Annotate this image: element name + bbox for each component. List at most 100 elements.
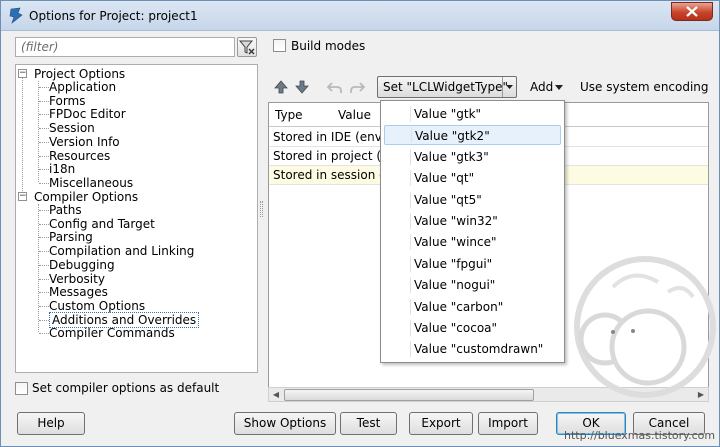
- test-button[interactable]: Test: [340, 412, 397, 435]
- tree-node-label: Compiler Commands: [49, 326, 175, 341]
- tree-node-compiler-commands[interactable]: Compiler Commands: [49, 326, 175, 340]
- tree-node-label: Verbosity: [49, 271, 105, 286]
- tree-node-project-options[interactable]: Project Options: [34, 67, 125, 81]
- tree-node-custom-options[interactable]: Custom Options: [49, 299, 145, 313]
- dropdown-item-gtk3[interactable]: Value "gtk3": [384, 147, 561, 167]
- tree-node-label: Version Info: [49, 134, 120, 149]
- dropdown-item-fpgui[interactable]: Value "fpgui": [384, 254, 561, 274]
- export-button[interactable]: Export: [409, 412, 473, 435]
- dropdown-item-label: Value "gtk2": [415, 129, 490, 144]
- dropdown-item-label: Value "nogui": [414, 278, 496, 293]
- tree-node-miscellaneous[interactable]: Miscellaneous: [49, 176, 133, 190]
- set-default-checkbox[interactable]: [15, 382, 28, 395]
- tree-node-parsing[interactable]: Parsing: [49, 230, 93, 244]
- tree-node-messages[interactable]: Messages: [49, 285, 108, 299]
- dropdown-item-win32[interactable]: Value "win32": [384, 211, 561, 231]
- tree-node-label: Custom Options: [49, 298, 146, 313]
- tree-node-label: Resources: [49, 148, 111, 163]
- watermark-url: http://bluexmas.tistory.com: [564, 429, 716, 442]
- close-icon: [686, 6, 698, 17]
- show-options-button[interactable]: Show Options: [234, 412, 336, 435]
- tree-node-label: Additions and Overrides: [49, 311, 200, 328]
- options-tree[interactable]: − Project Options Application Forms FPDoc …: [15, 64, 258, 373]
- tree-node-resources[interactable]: Resources: [49, 149, 110, 163]
- tree-node-version-info[interactable]: Version Info: [49, 135, 120, 149]
- chevron-down-icon: [506, 85, 513, 89]
- set-dropdown-arrow[interactable]: [502, 77, 516, 97]
- tree-node-label: Application: [49, 80, 117, 94]
- scroll-thumb[interactable]: [284, 389, 534, 401]
- dropdown-item-label: Value "fpgui": [414, 256, 493, 271]
- tree-node-paths[interactable]: Paths: [49, 203, 82, 217]
- lazarus-app-icon: [9, 7, 23, 24]
- set-widgettype-button[interactable]: Set "LCLWidgetType": [377, 76, 517, 98]
- tree-node-config-and-target[interactable]: Config and Target: [49, 217, 155, 231]
- tree-node-compilation-and-linking[interactable]: Compilation and Linking: [49, 244, 194, 258]
- dropdown-item-carbon[interactable]: Value "carbon": [384, 297, 561, 317]
- dropdown-item-cocoa[interactable]: Value "cocoa": [384, 318, 561, 338]
- watermark-logo: [574, 256, 716, 398]
- redo-icon[interactable]: [348, 78, 366, 96]
- options-dialog: Options for Project: project1 (filter) B…: [0, 0, 720, 447]
- tree-node-label: Forms: [49, 93, 86, 108]
- tree-node-forms[interactable]: Forms: [49, 94, 85, 108]
- title-bar[interactable]: Options for Project: project1: [1, 1, 719, 31]
- dropdown-item-nogui[interactable]: Value "nogui": [384, 275, 561, 295]
- tree-node-session[interactable]: Session: [49, 121, 95, 135]
- tree-node-label: Paths: [49, 203, 82, 217]
- tree-node-debugging[interactable]: Debugging: [49, 258, 115, 272]
- dropdown-item-qt[interactable]: Value "qt": [384, 168, 561, 188]
- use-system-encoding-button[interactable]: Use system encoding: [580, 80, 709, 94]
- tree-node-label: Miscellaneous: [49, 175, 134, 190]
- close-button[interactable]: [671, 2, 713, 21]
- dropdown-item-wince[interactable]: Value "wince": [384, 232, 561, 252]
- scroll-left-icon[interactable]: ◀: [269, 388, 283, 401]
- move-down-icon[interactable]: [293, 78, 311, 96]
- dropdown-item-customdrawn[interactable]: Value "customdrawn": [384, 339, 561, 359]
- filter-placeholder: (filter): [21, 40, 59, 54]
- splitter-handle[interactable]: [260, 201, 263, 217]
- dropdown-item-qt5[interactable]: Value "qt5": [384, 190, 561, 210]
- dropdown-item-label: Value "gtk": [414, 107, 482, 121]
- filter-input[interactable]: (filter): [15, 37, 235, 57]
- dropdown-item-label: Value "win32": [414, 214, 498, 228]
- undo-icon[interactable]: [326, 78, 344, 96]
- collapse-project-options-icon[interactable]: −: [18, 69, 27, 78]
- import-button[interactable]: Import: [478, 412, 538, 435]
- add-button[interactable]: Add: [530, 80, 553, 94]
- tree-node-label: FPDoc Editor: [49, 107, 126, 122]
- tree-node-compiler-options[interactable]: Compiler Options: [34, 190, 138, 204]
- dropdown-item-label: Value "carbon": [414, 299, 504, 314]
- tree-node-label: Messages: [49, 285, 108, 300]
- dropdown-item-label: Value "cocoa": [414, 321, 498, 335]
- tree-node-label: Compilation and Linking: [49, 244, 195, 259]
- filter-clear-icon: [238, 40, 255, 55]
- tree-node-fpdoc-editor[interactable]: FPDoc Editor: [49, 107, 126, 121]
- widgettype-dropdown-menu: Value "gtk" Value "gtk2" Value "gtk3" Value…: [380, 100, 565, 363]
- tree-node-label: Config and Target: [49, 216, 155, 231]
- dropdown-item-label: Value "customdrawn": [414, 342, 544, 357]
- dropdown-item-gtk[interactable]: Value "gtk": [384, 104, 561, 124]
- build-modes-checkbox[interactable]: [273, 39, 286, 52]
- move-up-icon[interactable]: [272, 78, 290, 96]
- collapse-compiler-options-icon[interactable]: −: [18, 192, 27, 201]
- dropdown-item-gtk2[interactable]: Value "gtk2": [384, 125, 561, 146]
- tree-node-label: Debugging: [49, 257, 115, 272]
- add-dropdown-icon[interactable]: [555, 85, 564, 91]
- dropdown-item-label: Value "wince": [414, 235, 497, 250]
- tree-node-label: Parsing: [49, 230, 93, 245]
- tree-node-label: Session: [49, 121, 95, 136]
- tree-node-additions-and-overrides[interactable]: Additions and Overrides: [49, 311, 200, 328]
- tree-node-application[interactable]: Application: [49, 80, 116, 94]
- set-widgettype-label: Set "LCLWidgetType": [383, 80, 509, 94]
- column-value[interactable]: Value: [338, 108, 371, 122]
- column-type[interactable]: Type: [275, 108, 303, 122]
- dropdown-item-label: Value "qt": [414, 171, 475, 186]
- tree-node-label: i18n: [49, 162, 76, 177]
- help-button[interactable]: Help: [17, 412, 85, 435]
- clear-filter-button[interactable]: [237, 37, 257, 57]
- dropdown-item-label: Value "gtk3": [414, 149, 489, 164]
- tree-node-i18n[interactable]: i18n: [49, 162, 75, 176]
- tree-node-verbosity[interactable]: Verbosity: [49, 272, 105, 286]
- build-modes-label: Build modes: [291, 39, 366, 53]
